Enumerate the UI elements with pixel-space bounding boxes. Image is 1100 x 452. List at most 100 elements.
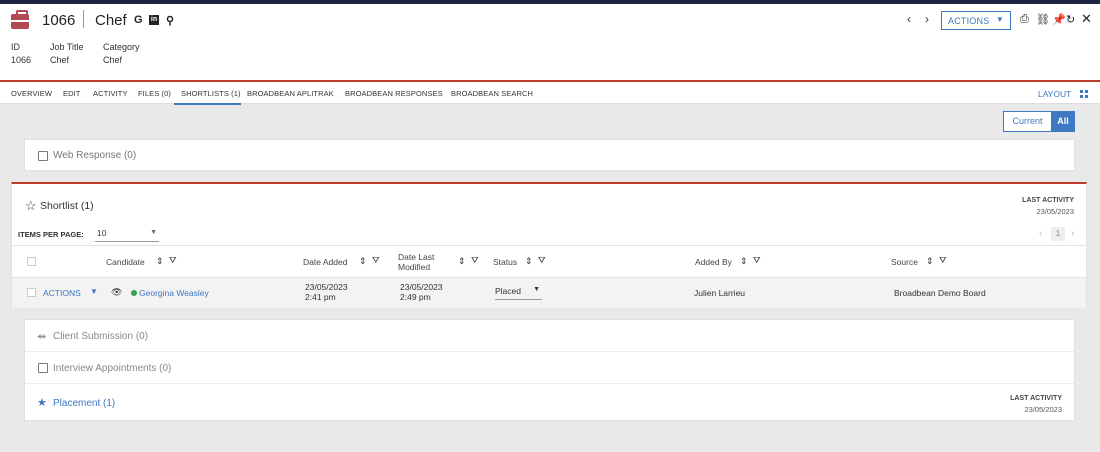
tab-overview[interactable]: OVERVIEW: [11, 89, 52, 98]
web-response-label: Web Response (0): [53, 150, 137, 161]
record-tabs: OVERVIEW EDIT ACTIVITY FILES (0) SHORTLI…: [0, 80, 1100, 105]
sort-icon[interactable]: ⇕: [525, 256, 533, 267]
record-id: 1066: [42, 12, 76, 29]
column-added-by[interactable]: Added By: [695, 257, 732, 267]
web-response-section[interactable]: Web Response (0): [24, 139, 1075, 171]
placement-label: Placement (1): [53, 398, 116, 409]
layout-button[interactable]: LAYOUT: [1038, 89, 1071, 99]
last-activity-label: LAST ACTIVITY: [1022, 197, 1074, 204]
placement-section[interactable]: ★ Placement (1) LAST ACTIVITY 23/05/2023: [25, 384, 1074, 422]
client-submission-label: Client Submission (0): [53, 331, 149, 342]
toggle-all[interactable]: All: [1051, 112, 1075, 131]
sort-icon[interactable]: ⇕: [740, 256, 748, 267]
caret-down-icon[interactable]: ▼: [90, 287, 98, 296]
row-actions-dropdown[interactable]: ACTIONS: [43, 288, 81, 298]
filter-icon[interactable]: ⛛: [372, 255, 380, 266]
column-date-modified-line1[interactable]: Date Last: [398, 252, 434, 262]
shortlist-section: ☆ Shortlist (1) LAST ACTIVITY 23/05/2023…: [11, 182, 1087, 308]
meta-value-job-title: Chef: [50, 55, 70, 65]
sort-icon[interactable]: ⇕: [156, 256, 164, 267]
filter-icon[interactable]: ⛛: [169, 255, 177, 266]
client-submission-section[interactable]: ⇴ Client Submission (0): [25, 320, 1074, 352]
table-header: Candidate ⇕ ⛛ Date Added ⇕ ⛛ Date Last M…: [12, 245, 1086, 277]
refresh-icon[interactable]: ↻: [1066, 13, 1075, 26]
tab-shortlists[interactable]: SHORTLISTS (1): [181, 89, 241, 98]
table-row: ACTIONS ▼ 👁 Georgina Weasley 23/05/2023 …: [12, 277, 1086, 308]
filter-icon[interactable]: ⛛: [538, 255, 546, 266]
filter-icon[interactable]: ⛛: [471, 255, 479, 266]
star-outline-icon: ☆: [25, 198, 37, 213]
meta-label-id: ID: [11, 42, 20, 52]
filter-icon[interactable]: ⛛: [939, 255, 947, 266]
select-all-checkbox[interactable]: [27, 257, 36, 266]
tab-edit[interactable]: EDIT: [63, 89, 80, 98]
date-added-date: 23/05/2023: [305, 282, 348, 292]
location-pin-icon[interactable]: ⚲: [166, 14, 174, 27]
tab-activity[interactable]: ACTIVITY: [93, 89, 128, 98]
actions-dropdown[interactable]: ACTIONS ▼: [941, 11, 1011, 30]
items-per-page-value: 10: [97, 228, 107, 238]
briefcase-icon: [11, 10, 29, 29]
google-icon[interactable]: G: [134, 14, 143, 26]
caret-down-icon: ▼: [150, 229, 157, 236]
grid-icon[interactable]: [1080, 90, 1088, 98]
column-date-added[interactable]: Date Added: [303, 257, 347, 267]
added-by-value: Julien Larrieu: [694, 288, 746, 298]
actions-dropdown-label: ACTIONS: [948, 16, 990, 26]
meta-label-category: Category: [103, 42, 140, 52]
close-icon[interactable]: ✕: [1081, 11, 1092, 27]
column-status[interactable]: Status: [493, 257, 517, 267]
last-activity-value: 23/05/2023: [1036, 207, 1074, 216]
next-record-icon[interactable]: ›: [925, 12, 929, 26]
binoculars-icon[interactable]: 👁: [111, 287, 122, 298]
related-sections: ⇴ Client Submission (0) Interview Appoin…: [24, 319, 1075, 421]
calendar-icon: [38, 363, 48, 373]
items-per-page-label: ITEMS PER PAGE:: [18, 230, 84, 239]
link-icon[interactable]: ⛓: [1036, 13, 1050, 26]
star-filled-icon: ★: [37, 397, 47, 409]
tab-broadbean-responses[interactable]: BROADBEAN RESPONSES: [345, 89, 443, 98]
status-select[interactable]: Placed ▼: [495, 286, 542, 300]
header-divider: [83, 10, 84, 28]
date-modified-date: 23/05/2023: [400, 282, 443, 292]
toggle-current[interactable]: Current: [1004, 112, 1051, 131]
column-date-modified-line2[interactable]: Modified: [398, 262, 430, 272]
status-dot: [131, 290, 137, 296]
date-modified-time: 2:49 pm: [400, 292, 431, 302]
meta-label-job-title: Job Title: [50, 42, 84, 52]
tab-files[interactable]: FILES (0): [138, 89, 171, 98]
pin-icon[interactable]: 📌: [1052, 13, 1066, 26]
placement-last-activity-value: 23/05/2023: [1024, 405, 1062, 414]
row-checkbox[interactable]: [27, 288, 36, 297]
tab-broadbean-search[interactable]: BROADBEAN SEARCH: [451, 89, 533, 98]
placement-last-activity-label: LAST ACTIVITY: [1010, 395, 1062, 402]
shortlist-title: Shortlist (1): [40, 200, 94, 212]
linkedin-icon[interactable]: in: [149, 15, 159, 25]
scope-toggle: Current All: [1003, 111, 1075, 132]
caret-down-icon: ▼: [533, 286, 540, 293]
active-tab-underline: [174, 103, 241, 105]
previous-record-icon[interactable]: ‹: [907, 12, 911, 26]
date-added-time: 2:41 pm: [305, 292, 336, 302]
submit-arrow-icon: ⇴: [37, 331, 47, 343]
source-value: Broadbean Demo Board: [894, 288, 986, 298]
record-title: Chef: [95, 12, 127, 29]
interview-appointments-section[interactable]: Interview Appointments (0): [25, 352, 1074, 384]
inbox-icon: [38, 151, 48, 161]
items-per-page-select[interactable]: 10 ▼: [95, 228, 159, 242]
print-icon[interactable]: ⎙: [1020, 13, 1029, 26]
prev-page-icon[interactable]: ‹: [1039, 228, 1042, 239]
sort-icon[interactable]: ⇕: [926, 256, 934, 267]
caret-down-icon: ▼: [995, 15, 1004, 24]
status-value: Placed: [495, 286, 521, 296]
tab-broadbean-aplitrak[interactable]: BROADBEAN APLITRAK: [247, 89, 334, 98]
filter-icon[interactable]: ⛛: [753, 255, 761, 266]
page-number[interactable]: 1: [1051, 227, 1065, 241]
sort-icon[interactable]: ⇕: [359, 256, 367, 267]
candidate-link[interactable]: Georgina Weasley: [139, 288, 209, 298]
next-page-icon[interactable]: ›: [1071, 228, 1074, 239]
column-source[interactable]: Source: [891, 257, 918, 267]
interview-appointments-label: Interview Appointments (0): [53, 363, 172, 374]
sort-icon[interactable]: ⇕: [458, 256, 466, 267]
column-candidate[interactable]: Candidate: [106, 257, 145, 267]
